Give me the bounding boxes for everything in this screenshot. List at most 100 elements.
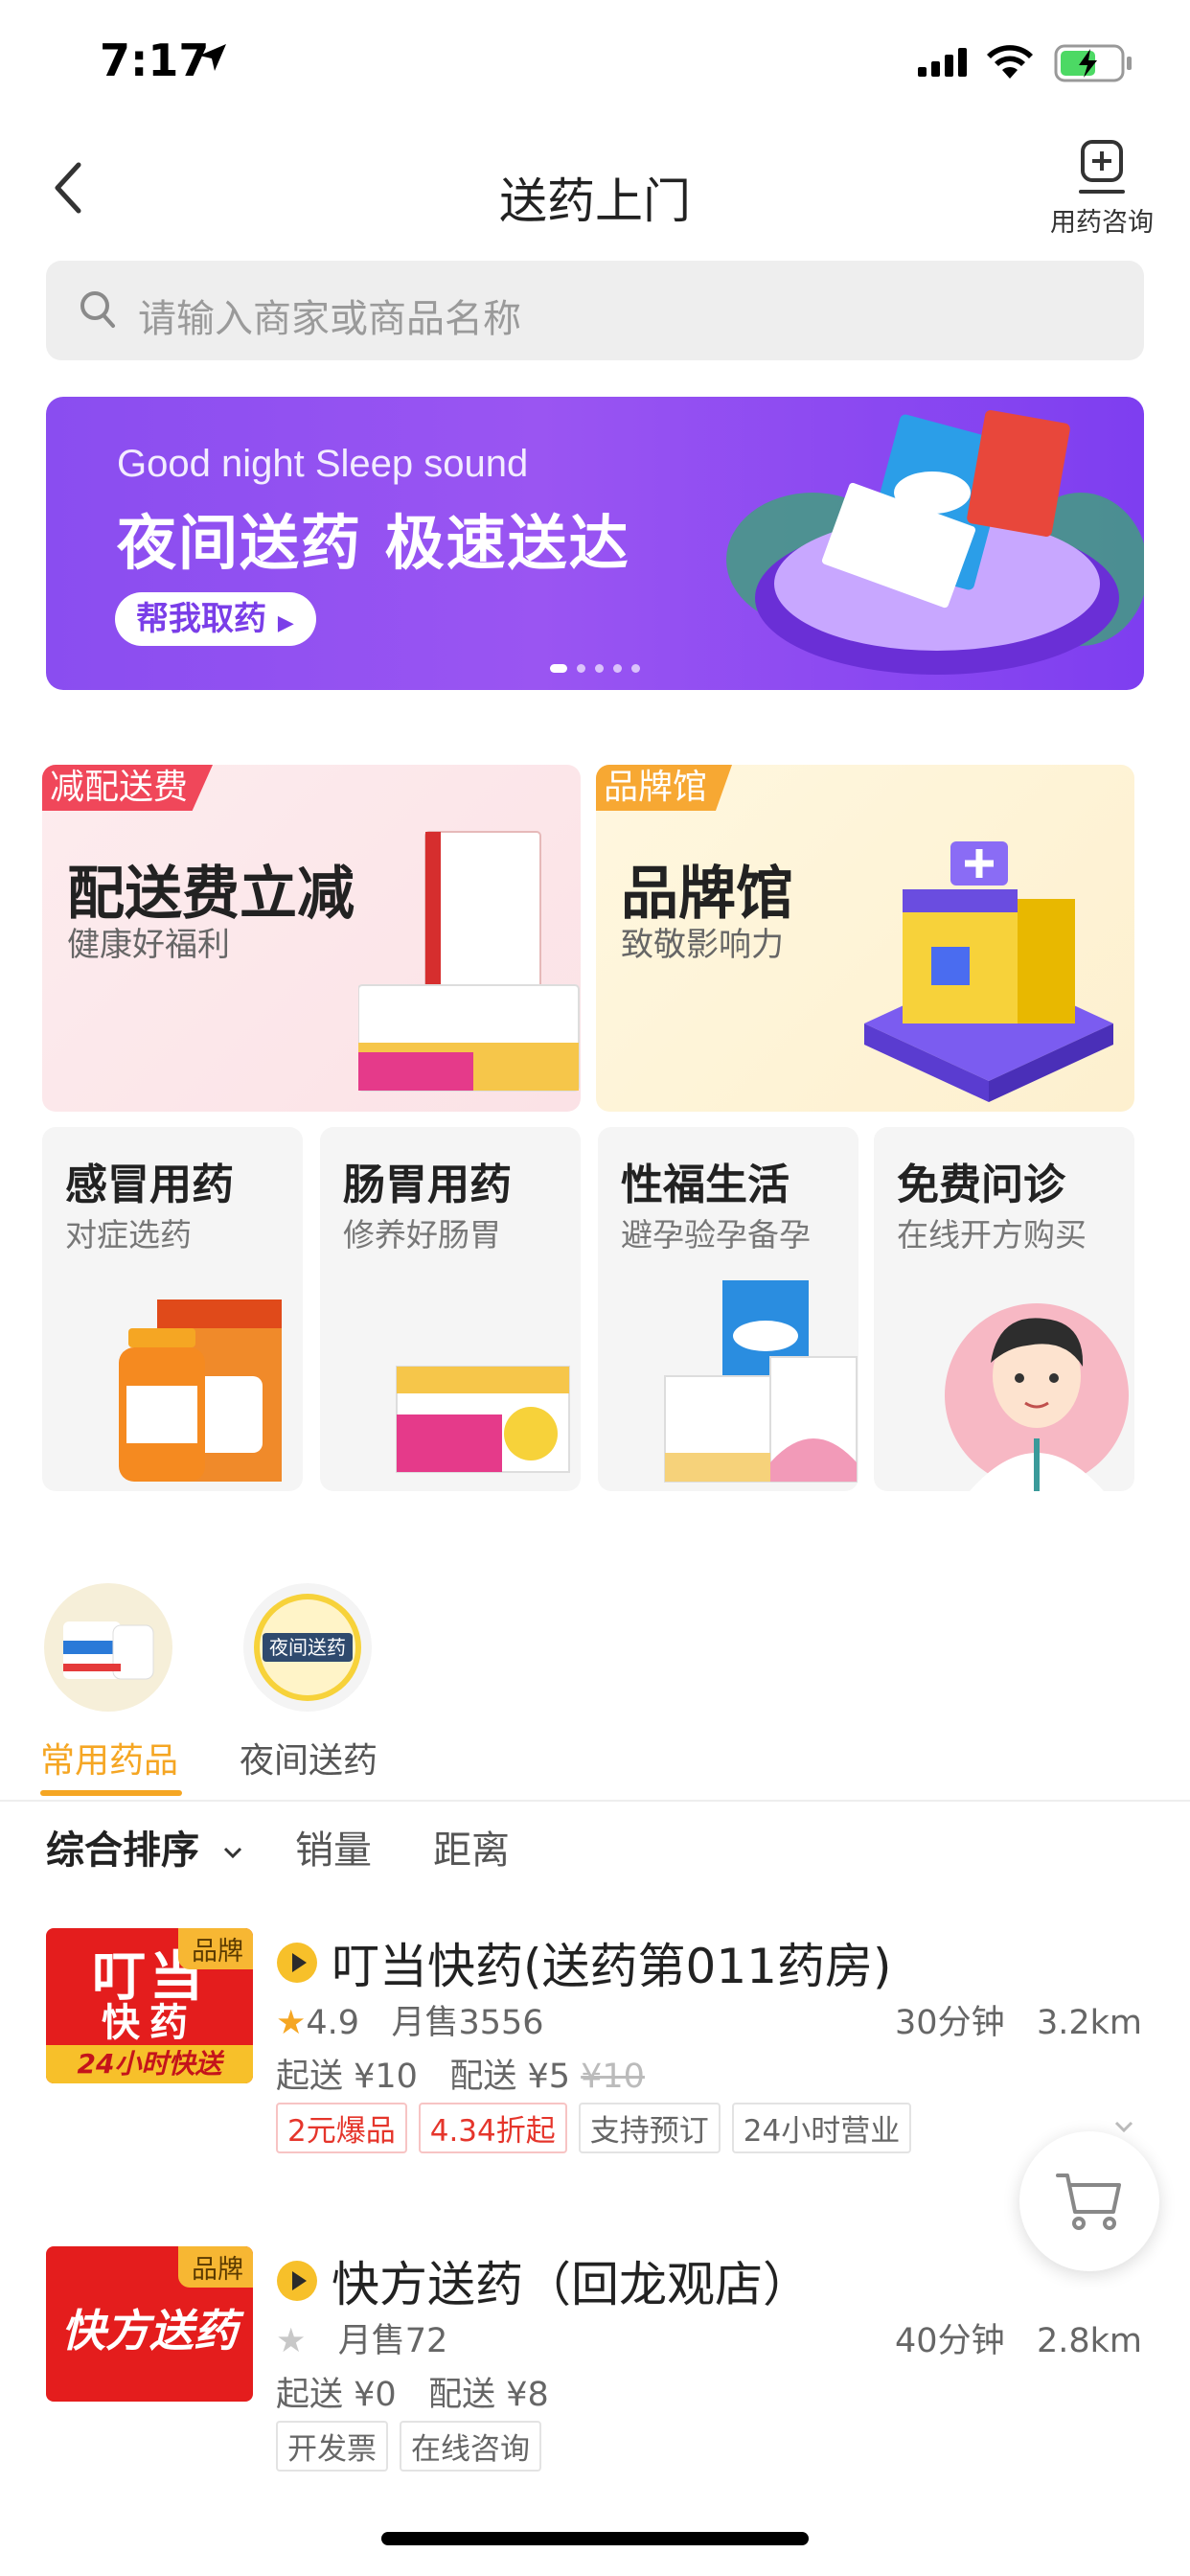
store-tags: 2元爆品 4.34折起 支持预订 24小时营业	[276, 2103, 923, 2153]
store-name: 快方送药（回龙观店）	[332, 2257, 811, 2312]
store-name: 叮当快药(送药第011药房)	[332, 1939, 892, 1994]
store-delivery-time-distance: 30分钟 3.2km	[895, 1995, 1142, 2044]
store-tag: 24小时营业	[731, 2103, 912, 2153]
carousel-dot	[595, 664, 604, 673]
store-tag: 开发票	[276, 2421, 388, 2472]
stomach-medicine-title: 肠胃用药	[343, 1161, 512, 1209]
store-item[interactable]: 快方送药 品牌 快方送药（回龙观店） ★ 月售72 40分钟 2.8km 起送 …	[0, 2246, 1190, 2486]
brand-hall-subtitle: 致敬影响力	[621, 926, 784, 964]
play-circle-icon	[277, 1943, 317, 1983]
home-indicator[interactable]	[381, 2532, 809, 2545]
product-box-illustration	[726, 410, 1144, 675]
night-delivery-banner[interactable]: Good night Sleep sound 夜间送药 极速送达 帮我取药 ▶	[46, 397, 1144, 690]
store-rating: 4.9	[306, 2004, 360, 2042]
store-rating-sales: ★4.9 月售3556	[276, 1995, 544, 2044]
search-placeholder: 请输入商家或商品名称	[138, 297, 521, 341]
brand-badge: 品牌	[178, 1928, 253, 1969]
location-arrow-icon	[197, 42, 228, 77]
store-original-delivery-fee: ¥10	[581, 2058, 645, 2096]
divider	[0, 1800, 1190, 1802]
store-delivery-fee: 配送 ¥8	[428, 2376, 549, 2414]
search-icon	[79, 289, 117, 334]
store-delivery-time-distance: 40分钟 2.8km	[895, 2313, 1142, 2362]
store-fees: 起送 ¥10 配送 ¥5 ¥10	[276, 2049, 645, 2098]
brand-hall-card[interactable]: 品牌馆 品牌馆 致敬影响力	[596, 765, 1134, 1112]
store-logo-text: 快方送药	[61, 2305, 238, 2357]
delivery-discount-tag: 减配送费	[42, 765, 214, 811]
brand-badge: 品牌	[178, 2246, 253, 2288]
play-triangle-icon: ▶	[277, 611, 294, 635]
store-delivery-time: 30分钟	[895, 2004, 1005, 2042]
medicine-boxes-illustration	[358, 831, 580, 1092]
night-delivery-badge-icon: 夜间送药	[254, 1594, 361, 1701]
store-logo: 快方送药 品牌	[46, 2246, 253, 2402]
search-input[interactable]: 请输入商家或商品名称	[46, 261, 1144, 360]
sexual-health-subtitle: 避孕验孕备孕	[621, 1216, 811, 1254]
cold-medicine-card[interactable]: 感冒用药 对症选药	[42, 1127, 303, 1491]
free-consultation-card[interactable]: 免费问诊 在线开方购买	[874, 1127, 1134, 1491]
night-delivery-badge-text: 夜间送药	[269, 1636, 346, 1659]
star-icon: ★	[276, 2004, 307, 2042]
common-medicine-tab-icon[interactable]	[44, 1583, 172, 1712]
store-name-row: 快方送药（回龙观店）	[276, 2246, 811, 2315]
store-distance: 3.2km	[1036, 2004, 1142, 2042]
delivery-discount-subtitle: 健康好福利	[67, 926, 230, 964]
store-delivery-fee: 配送 ¥5	[449, 2058, 570, 2096]
store-tag: 支持预订	[578, 2103, 721, 2153]
carousel-dot	[577, 664, 585, 673]
store-tag: 在线咨询	[400, 2421, 541, 2472]
store-logo: 叮当 快药 24小时快送 品牌	[46, 1928, 253, 2083]
store-min-order: 起送 ¥10	[276, 2058, 418, 2096]
cold-medicine-subtitle: 对症选药	[65, 1216, 192, 1254]
store-tag: 2元爆品	[276, 2103, 407, 2153]
sort-sales[interactable]: 销量	[295, 1819, 372, 1874]
tab-common-medicine[interactable]: 常用药品	[40, 1733, 178, 1782]
free-consultation-subtitle: 在线开方购买	[897, 1216, 1087, 1254]
doctor-avatar-illustration	[945, 1303, 1129, 1491]
store-tags: 开发票 在线咨询	[276, 2421, 553, 2472]
pharmacy-building-illustration	[864, 841, 1113, 1102]
cellular-signal-icon	[918, 48, 972, 80]
sexual-health-card[interactable]: 性福生活 避孕验孕备孕	[598, 1127, 858, 1491]
cold-medicine-illustration	[119, 1300, 282, 1482]
status-bar: 7:17	[0, 0, 1190, 126]
sexual-health-title: 性福生活	[621, 1161, 790, 1209]
store-logo-slogan: 24小时快送	[46, 2045, 253, 2083]
delivery-discount-card[interactable]: 减配送费 配送费立减 健康好福利	[42, 765, 581, 1112]
free-consultation-title: 免费问诊	[897, 1161, 1065, 1209]
stomach-medicine-illustration	[396, 1366, 570, 1473]
store-name-row: 叮当快药(送药第011药房)	[276, 1928, 891, 1997]
cold-medicine-title: 感冒用药	[65, 1161, 234, 1209]
stomach-medicine-subtitle: 修养好肠胃	[343, 1216, 501, 1254]
wifi-icon	[985, 44, 1035, 84]
stomach-medicine-card[interactable]: 肠胃用药 修养好肠胃	[320, 1127, 581, 1491]
store-item[interactable]: 叮当 快药 24小时快送 品牌 叮当快药(送药第011药房) ★4.9 月售35…	[0, 1928, 1190, 2168]
star-icon: ★	[276, 2322, 307, 2360]
sort-comprehensive[interactable]: 综合排序	[46, 1819, 243, 1874]
banner-title: 夜间送药 极速送达	[117, 508, 630, 578]
night-delivery-tab-icon[interactable]: 夜间送药	[243, 1583, 372, 1712]
fetch-medicine-button[interactable]: 帮我取药 ▶	[115, 592, 316, 646]
banner-subtitle: Good night Sleep sound	[117, 443, 529, 485]
carousel-dot	[631, 664, 640, 673]
battery-icon	[1054, 44, 1134, 86]
store-monthly-sales: 月售72	[337, 2322, 448, 2360]
doctor-consult-icon	[1079, 140, 1125, 194]
active-tab-indicator	[40, 1790, 182, 1796]
carousel-dot	[613, 664, 622, 673]
medication-consult-button[interactable]: 用药咨询	[1044, 138, 1159, 239]
carousel-dots	[46, 658, 1144, 677]
contraceptive-box-illustration	[664, 1280, 858, 1483]
store-distance: 2.8km	[1036, 2322, 1142, 2360]
carousel-dot	[550, 664, 567, 673]
cart-icon	[1056, 2174, 1121, 2230]
store-monthly-sales: 月售3556	[391, 2004, 544, 2042]
chevron-down-icon	[223, 1847, 241, 1859]
tab-night-delivery[interactable]: 夜间送药	[240, 1733, 378, 1782]
sort-distance[interactable]: 距离	[433, 1819, 510, 1874]
expand-chevron-icon[interactable]	[1113, 2120, 1134, 2133]
vitamin-bottle-icon	[63, 1622, 154, 1680]
store-min-order: 起送 ¥0	[276, 2376, 397, 2414]
fetch-medicine-label: 帮我取药	[136, 600, 266, 638]
brand-hall-tag: 品牌馆	[596, 765, 733, 811]
